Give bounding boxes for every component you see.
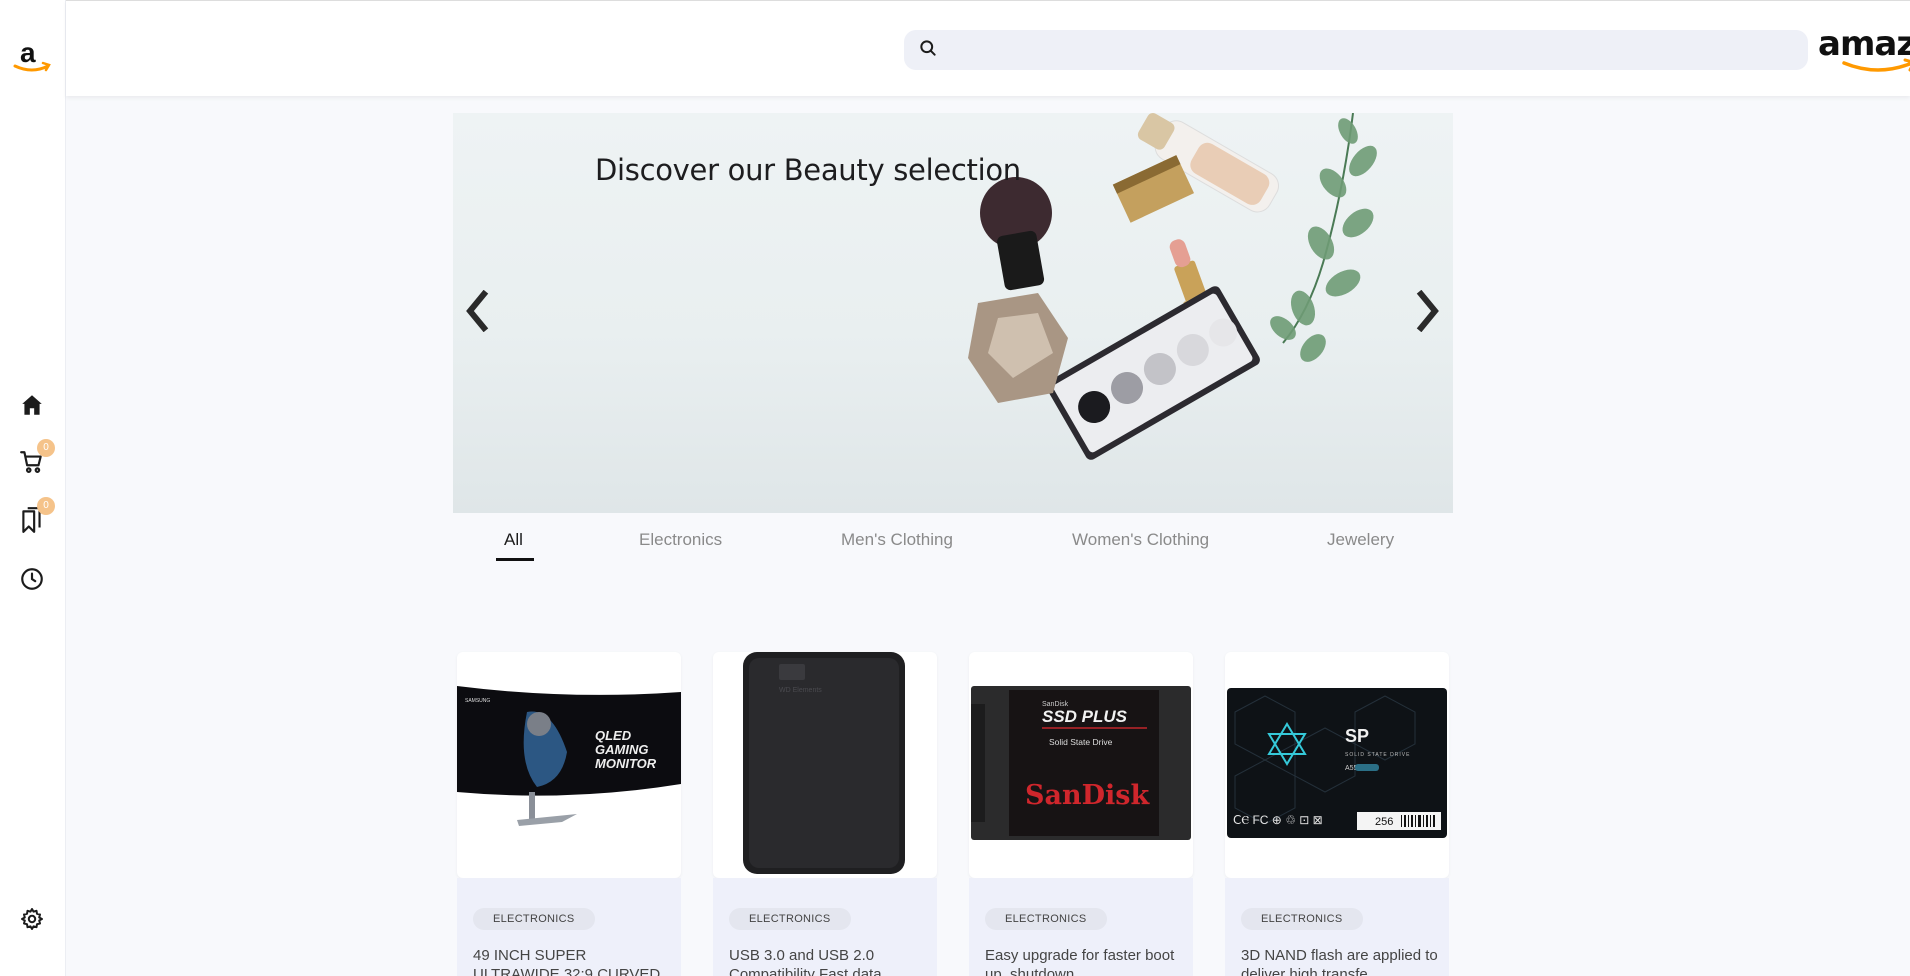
product-image[interactable]: WD Elements [713, 652, 937, 878]
product-card[interactable]: SanDisk SSD PLUS Solid State Drive SanDi… [969, 652, 1193, 976]
clock-icon [19, 566, 45, 597]
svg-text:WD Elements: WD Elements [779, 687, 822, 694]
cart-count-badge: 0 [37, 439, 55, 457]
product-image[interactable]: SP SOLID STATE DRIVE A55 ⅭⲈ FC ⊕ ♲ ⊡ ⊠ 2… [1225, 652, 1449, 878]
svg-text:Solid State Drive: Solid State Drive [1049, 737, 1113, 747]
home-button[interactable] [15, 390, 49, 424]
hero-banner: Discover our Beauty selection [453, 113, 1453, 513]
product-card[interactable]: SAMSUNG QLED GAMING MONITOR ELECTRONICS … [457, 652, 681, 976]
svg-text:256: 256 [1375, 816, 1393, 828]
cart-button[interactable]: 0 [15, 439, 55, 481]
tab-mens-clothing[interactable]: Men's Clothing [841, 530, 953, 550]
product-info: ELECTRONICS 49 INCH SUPER ULTRAWIDE 32:9… [457, 878, 681, 976]
svg-text:amazon: amazon [1818, 24, 1910, 64]
chevron-left-icon [462, 289, 492, 337]
category-tabs: All Electronics Men's Clothing Women's C… [453, 520, 1453, 564]
search-icon[interactable] [918, 38, 938, 63]
active-tab-indicator [496, 558, 534, 561]
tab-electronics[interactable]: Electronics [639, 530, 722, 550]
amazon-wordmark-logo[interactable]: amazon [1816, 23, 1910, 75]
saved-items-button[interactable]: 0 [15, 497, 55, 539]
svg-text:SAMSUNG: SAMSUNG [465, 698, 490, 704]
product-category-badge: ELECTRONICS [1241, 908, 1363, 930]
product-title[interactable]: 49 INCH SUPER ULTRAWIDE 32:9 CURVED [473, 946, 673, 976]
sidebar: a 0 0 [0, 0, 66, 976]
product-category-badge: ELECTRONICS [473, 908, 595, 930]
product-info: ELECTRONICS 3D NAND flash are applied to… [1225, 878, 1449, 976]
top-bar: amazon [66, 0, 1910, 96]
svg-text:SOLID STATE DRIVE: SOLID STATE DRIVE [1345, 752, 1410, 758]
svg-text:SanDisk: SanDisk [1025, 780, 1150, 811]
chevron-right-icon [1413, 289, 1443, 337]
product-card[interactable]: SP SOLID STATE DRIVE A55 ⅭⲈ FC ⊕ ♲ ⊡ ⊠ 2… [1225, 652, 1449, 976]
svg-text:a: a [20, 37, 36, 68]
product-title[interactable]: USB 3.0 and USB 2.0 Compatibility Fast d… [729, 946, 929, 976]
product-title[interactable]: 3D NAND flash are applied to deliver hig… [1241, 946, 1441, 976]
search-input[interactable] [950, 30, 1808, 70]
carousel-prev-button[interactable] [457, 289, 497, 337]
gear-icon [20, 907, 44, 936]
search-bar[interactable] [904, 30, 1808, 70]
product-image[interactable]: SanDisk SSD PLUS Solid State Drive SanDi… [969, 652, 1193, 878]
tab-jewelery[interactable]: Jewelery [1327, 530, 1394, 550]
product-card[interactable]: WD Elements ELECTRONICS USB 3.0 and USB … [713, 652, 937, 976]
svg-text:MONITOR: MONITOR [595, 756, 657, 771]
svg-text:SP: SP [1345, 726, 1369, 746]
product-title[interactable]: Easy upgrade for faster boot up, shutdow… [985, 946, 1185, 976]
product-info: ELECTRONICS USB 3.0 and USB 2.0 Compatib… [713, 878, 937, 976]
settings-button[interactable] [15, 904, 49, 938]
tab-all[interactable]: All [504, 530, 523, 550]
product-info: ELECTRONICS Easy upgrade for faster boot… [969, 878, 1193, 976]
product-category-badge: ELECTRONICS [729, 908, 851, 930]
saved-count-badge: 0 [37, 497, 55, 515]
home-icon [19, 392, 45, 423]
svg-text:SSD PLUS: SSD PLUS [1042, 707, 1128, 726]
history-button[interactable] [15, 564, 49, 598]
product-image[interactable]: SAMSUNG QLED GAMING MONITOR [457, 652, 681, 878]
banner-title: Discover our Beauty selection [595, 153, 1021, 187]
tab-womens-clothing[interactable]: Women's Clothing [1072, 530, 1209, 550]
product-category-badge: ELECTRONICS [985, 908, 1107, 930]
carousel-next-button[interactable] [1408, 289, 1448, 337]
svg-text:QLED: QLED [595, 728, 632, 743]
svg-text:GAMING: GAMING [595, 742, 648, 757]
svg-text:ⅭⲈ FC ⊕ ♲ ⊡ ⊠: ⅭⲈ FC ⊕ ♲ ⊡ ⊠ [1233, 813, 1323, 827]
amazon-logo-icon[interactable]: a [12, 36, 54, 78]
